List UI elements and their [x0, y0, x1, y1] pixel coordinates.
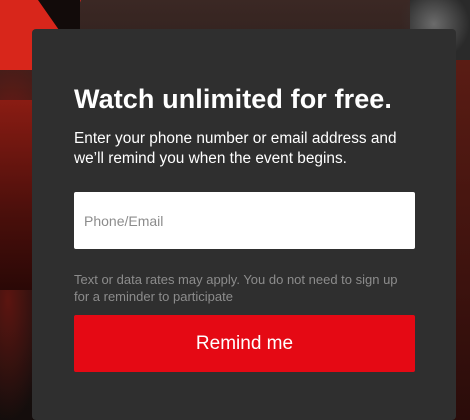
- reminder-modal: Watch unlimited for free. Enter your pho…: [32, 29, 456, 420]
- phone-email-input[interactable]: [74, 192, 415, 249]
- modal-title: Watch unlimited for free.: [74, 84, 393, 114]
- rates-note: Text or data rates may apply. You do not…: [74, 272, 398, 304]
- phone-email-field-container: [74, 192, 415, 249]
- background-red-strip: [0, 100, 32, 290]
- background-right-strip: [454, 60, 470, 420]
- remind-me-button[interactable]: Remind me: [74, 315, 415, 372]
- page: Watch unlimited for free. Enter your pho…: [0, 0, 470, 420]
- modal-description: Enter your phone number or email address…: [74, 130, 397, 167]
